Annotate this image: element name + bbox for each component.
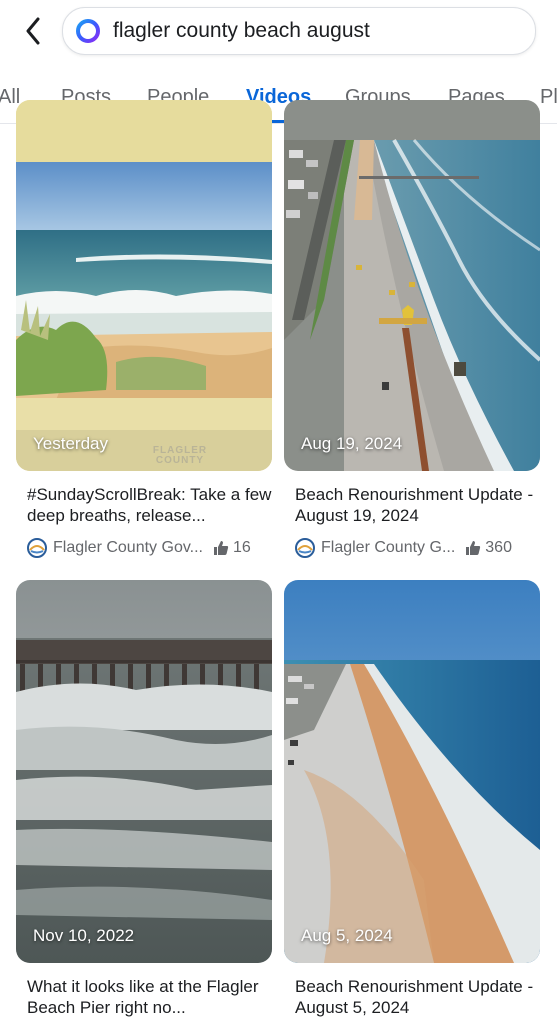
like-count: 16 (232, 539, 251, 556)
video-meta: Flagler County Gov... 16 (27, 538, 251, 558)
like-icon (466, 541, 481, 555)
watermark-logo: FLAGLER COUNTY (152, 445, 208, 466)
aerial-beach-image (284, 580, 540, 963)
video-date: Aug 5, 2024 (301, 926, 393, 945)
tab-places[interactable]: Pl (540, 86, 557, 109)
video-author[interactable]: Flagler County Gov... (53, 539, 203, 557)
video-thumbnail[interactable]: Nov 10, 2022 (16, 580, 272, 963)
beach-image (16, 100, 272, 471)
video-title[interactable]: Beach Renourishment Update - August 5, 2… (295, 976, 540, 1018)
page-avatar[interactable] (295, 538, 315, 558)
video-title[interactable]: Beach Renourishment Update - August 19, … (295, 484, 540, 526)
video-date: Nov 10, 2022 (33, 926, 135, 945)
video-thumbnail[interactable]: FLAGLER COUNTY Yesterday (16, 100, 272, 471)
like-count: 360 (485, 539, 512, 556)
chevron-left-icon (26, 17, 40, 45)
video-date: Yesterday (33, 434, 108, 453)
video-author[interactable]: Flagler County G... (321, 539, 455, 557)
page-avatar[interactable] (27, 538, 47, 558)
video-title[interactable]: #SundayScrollBreak: Take a few deep brea… (27, 484, 272, 526)
video-title[interactable]: What it looks like at the Flagler Beach … (27, 976, 272, 1018)
aerial-beach-image (284, 100, 540, 471)
meta-ai-icon (76, 19, 100, 43)
stormy-pier-image (16, 580, 272, 963)
search-query[interactable]: flagler county beach august (113, 19, 370, 43)
like-icon (213, 541, 229, 555)
video-thumbnail[interactable]: Aug 5, 2024 (284, 580, 540, 963)
video-meta: Flagler County G... 360 (295, 538, 512, 558)
back-button[interactable] (18, 14, 48, 48)
video-date: Aug 19, 2024 (301, 434, 403, 453)
video-thumbnail[interactable]: Aug 19, 2024 (284, 100, 540, 471)
top-bar: flagler county beach august (0, 0, 557, 62)
search-field[interactable]: flagler county beach august (62, 7, 536, 55)
